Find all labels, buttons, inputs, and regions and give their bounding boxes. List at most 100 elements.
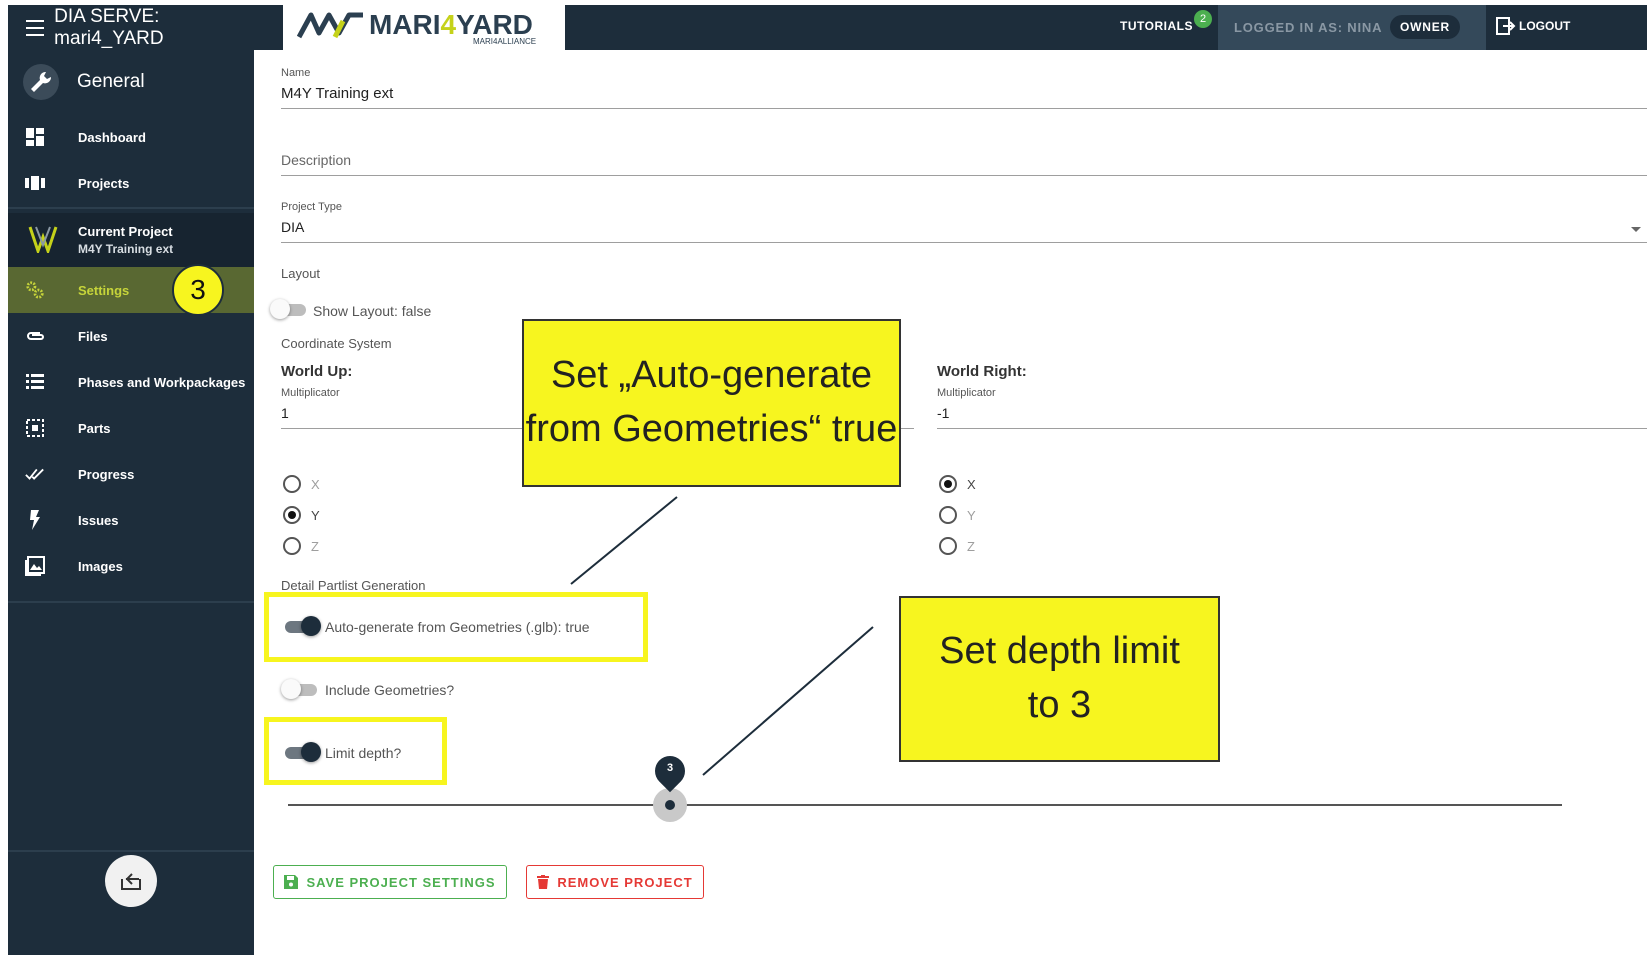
- radio-label: Z: [311, 539, 319, 554]
- limit-depth-highlight: [264, 717, 447, 785]
- sidebar-item-parts[interactable]: Parts: [8, 405, 254, 451]
- sidebar-general-title: General: [77, 71, 145, 92]
- floppy-disk-icon: [284, 875, 299, 889]
- exit-arrow-icon: [121, 873, 141, 890]
- description-field[interactable]: Description: [281, 152, 351, 168]
- tutorials-button[interactable]: TUTORIALS: [1120, 19, 1193, 33]
- role-chip: OWNER: [1390, 15, 1460, 39]
- world-right-underline: [937, 428, 1647, 429]
- coordinate-system-label: Coordinate System: [281, 336, 392, 351]
- collapse-sidebar-button[interactable]: [105, 855, 157, 907]
- depth-slider-track[interactable]: [288, 804, 1562, 806]
- world-up-radio-y[interactable]: [283, 506, 301, 524]
- name-field-underline: [281, 108, 1647, 109]
- logout-button[interactable]: LOGOUT: [1496, 17, 1570, 35]
- remove-project-button[interactable]: REMOVE PROJECT: [526, 865, 704, 899]
- sidebar-item-files[interactable]: Files: [8, 313, 254, 359]
- radio-label: Y: [311, 508, 320, 523]
- paperclip-icon: [25, 326, 45, 346]
- sidebar-general-header: General: [8, 58, 254, 106]
- sidebar-item-issues[interactable]: Issues: [8, 497, 254, 543]
- world-up-multiplicator-field[interactable]: 1: [281, 405, 289, 421]
- step-number-badge: 3: [172, 264, 224, 316]
- world-right-radio-x[interactable]: [939, 475, 957, 493]
- include-geometries-toggle[interactable]: [281, 679, 319, 699]
- save-project-settings-button[interactable]: SAVE PROJECT SETTINGS: [273, 865, 507, 899]
- project-logo-icon: [28, 226, 58, 253]
- double-check-icon: [25, 464, 45, 484]
- world-up-radio-x[interactable]: [283, 475, 301, 493]
- sidebar-item-label: Dashboard: [78, 129, 146, 145]
- hamburger-menu-icon[interactable]: [26, 19, 45, 36]
- list-icon: [25, 372, 45, 392]
- layout-section-label: Layout: [281, 266, 321, 281]
- logout-label: LOGOUT: [1519, 19, 1571, 33]
- name-field-label: Name: [281, 67, 311, 79]
- project-type-label: Project Type: [281, 201, 342, 213]
- sidebar-item-images[interactable]: Images: [8, 543, 254, 589]
- auto-generate-highlight: [264, 592, 648, 662]
- sidebar-item-progress[interactable]: Progress: [8, 451, 254, 497]
- sidebar-item-phases[interactable]: Phases and Workpackages: [8, 359, 254, 405]
- note-auto-generate: Set „Auto-generate from Geometries“ true: [522, 319, 901, 487]
- partlist-section-label: Detail Partlist Generation: [281, 578, 426, 593]
- current-project-name: M4Y Training ext: [78, 242, 174, 256]
- bolt-icon: [25, 510, 45, 530]
- name-field[interactable]: M4Y Training ext: [281, 85, 393, 102]
- top-bar: DIA SERVE: mari4_YARD MARI4YARD MARI4ALL…: [8, 5, 1647, 50]
- projects-icon: [25, 173, 45, 193]
- depth-value-label: 3: [666, 762, 674, 774]
- world-right-multiplicator-field[interactable]: -1: [937, 405, 949, 421]
- sidebar-item-label: Progress: [78, 466, 135, 482]
- remove-button-label: REMOVE PROJECT: [557, 874, 693, 890]
- chevron-down-icon[interactable]: [1631, 227, 1641, 233]
- sidebar-item-label: Issues: [78, 512, 119, 528]
- show-layout-label: Show Layout: false: [313, 303, 432, 319]
- logout-icon: [1496, 17, 1516, 35]
- logo-mark-icon: [297, 12, 363, 39]
- trash-icon: [537, 875, 550, 889]
- logo-subtitle: MARI4ALLIANCE: [473, 37, 537, 46]
- gears-icon: [25, 280, 45, 300]
- sidebar-item-dashboard[interactable]: Dashboard: [8, 114, 254, 160]
- depth-slider-thumb[interactable]: [665, 800, 675, 810]
- sidebar-divider: [8, 850, 254, 852]
- description-field-underline: [281, 175, 1647, 176]
- radio-label: Z: [967, 539, 975, 554]
- sidebar-item-label: Parts: [78, 420, 111, 436]
- world-right-radio-y[interactable]: [939, 506, 957, 524]
- sidebar-item-label: Phases and Workpackages: [78, 374, 246, 390]
- mari4yard-logo[interactable]: MARI4YARD MARI4ALLIANCE: [283, 5, 565, 50]
- save-button-label: SAVE PROJECT SETTINGS: [306, 874, 496, 890]
- current-project-label: Current Project: [78, 224, 173, 239]
- include-geometries-label: Include Geometries?: [325, 682, 455, 698]
- tutorials-count-badge: 2: [1194, 10, 1212, 28]
- note-depth-limit: Set depth limit to 3: [899, 596, 1220, 762]
- show-layout-toggle[interactable]: [270, 299, 308, 319]
- app-brand: DIA SERVE: mari4_YARD: [8, 5, 254, 50]
- dashboard-icon: [25, 127, 45, 147]
- sidebar-item-label: Files: [78, 328, 108, 344]
- world-up-multiplicator-label: Multiplicator: [281, 387, 340, 399]
- world-up-radio-z[interactable]: [283, 537, 301, 555]
- world-right-multiplicator-label: Multiplicator: [937, 387, 996, 399]
- image-icon: [25, 556, 45, 576]
- radio-label: X: [967, 477, 976, 492]
- sidebar-divider: [8, 207, 254, 209]
- sidebar-item-label: Settings: [78, 282, 130, 298]
- sidebar-item-label: Projects: [78, 175, 130, 191]
- sidebar-divider: [8, 601, 254, 603]
- sidebar-item-projects[interactable]: Projects: [8, 160, 254, 206]
- wrench-icon: [23, 64, 59, 100]
- world-right-radio-z[interactable]: [939, 537, 957, 555]
- current-project-card[interactable]: Current Project M4Y Training ext: [8, 213, 254, 267]
- sidebar: General Dashboard Projects Current Proje…: [8, 50, 254, 955]
- radio-label: Y: [967, 508, 976, 523]
- sidebar-item-label: Images: [78, 558, 123, 574]
- project-type-select[interactable]: DIA: [281, 219, 304, 235]
- parts-icon: [25, 418, 45, 438]
- radio-label: X: [311, 477, 320, 492]
- project-settings-form: Name M4Y Training ext Description Projec…: [266, 50, 1647, 955]
- project-type-underline: [281, 242, 1647, 243]
- app-title: DIA SERVE: mari4_YARD: [54, 5, 164, 49]
